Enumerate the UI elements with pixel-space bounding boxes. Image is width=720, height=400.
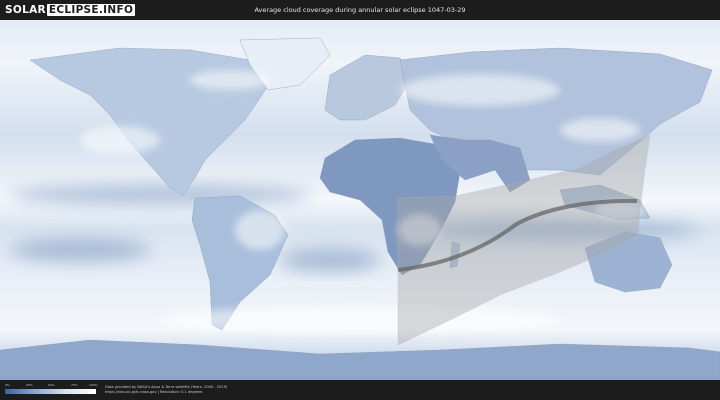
legend-tick-0: 0%: [5, 383, 10, 387]
footer-bar: 0% 25% 50% 75% 100% Data provided by NAS…: [0, 380, 720, 400]
data-source-link[interactable]: https://neo.sci.gsfc.nasa.gov | Resoluti…: [105, 390, 202, 394]
cloud-coverage-map: [0, 20, 720, 380]
header-bar: SOLAR ECLIPSE.INFO Average cloud coverag…: [0, 0, 720, 20]
data-credit-text: Data provided by NASA's Aqua & Terra sat…: [105, 385, 228, 389]
legend-tick-50: 50%: [48, 383, 55, 387]
legend-tick-75: 75%: [71, 383, 78, 387]
legend-tick-100: 100%: [89, 383, 98, 387]
legend-tick-25: 25%: [26, 383, 33, 387]
cloud-coverage-legend: [5, 389, 96, 394]
map-title: Average cloud coverage during annular so…: [254, 6, 466, 14]
